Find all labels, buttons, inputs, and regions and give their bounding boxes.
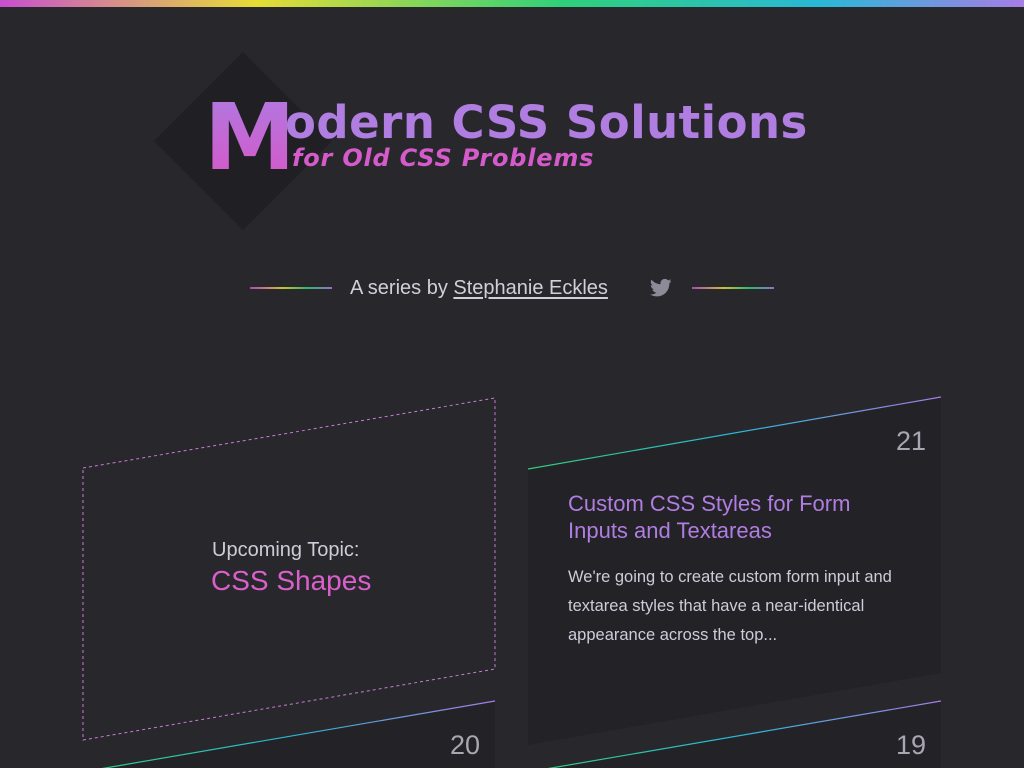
article-title[interactable]: Custom CSS Styles for Form Inputs and Te… <box>568 490 898 544</box>
article-card-19-background <box>547 700 942 768</box>
article-card-20[interactable]: 20 <box>82 700 496 768</box>
article-excerpt: We're going to create custom form input … <box>568 568 892 644</box>
article-card-19[interactable]: 19 <box>528 700 942 768</box>
article-card-20-background <box>101 700 496 768</box>
byline-divider-right <box>692 287 774 289</box>
article-number: 19 <box>895 730 926 760</box>
article-number: 21 <box>895 426 926 456</box>
author-link[interactable]: Stephanie Eckles <box>453 277 608 299</box>
site-subtitle: for Old CSS Problems <box>292 144 595 172</box>
upcoming-label: Upcoming Topic: <box>212 539 360 561</box>
byline-divider-left <box>250 287 332 289</box>
upcoming-topic-title: CSS Shapes <box>211 565 372 596</box>
twitter-icon[interactable] <box>650 278 672 298</box>
byline-prefix: A series by <box>350 277 454 299</box>
page: M odern CSS Solutions for Old CSS Proble… <box>0 0 1024 768</box>
site-header: M odern CSS Solutions for Old CSS Proble… <box>0 0 1024 240</box>
site-title: odern CSS Solutions <box>285 96 808 149</box>
upcoming-topic-card: Upcoming Topic: CSS Shapes <box>82 397 497 743</box>
article-card-21[interactable]: 21 Custom CSS Styles for Form Inputs and… <box>528 396 942 746</box>
byline: A series by Stephanie Eckles <box>350 275 608 301</box>
article-number: 20 <box>449 730 480 760</box>
logo-letter: M <box>204 84 296 191</box>
